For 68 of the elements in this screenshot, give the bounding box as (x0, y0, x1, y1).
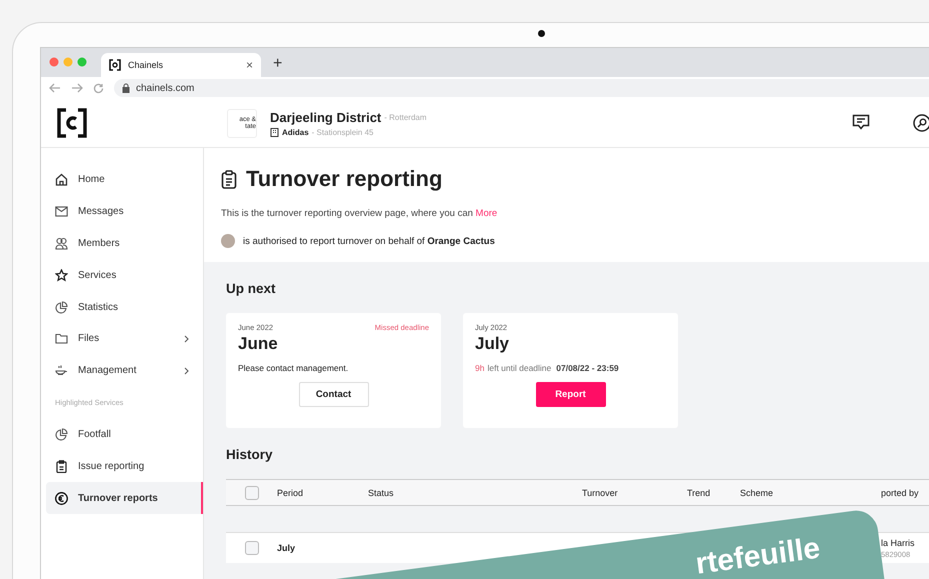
intro-text: This is the turnover reporting overview page, where you can More (221, 208, 498, 219)
month-title: June (238, 334, 279, 354)
column-header: Period (277, 488, 304, 498)
logo-icon[interactable] (57, 108, 87, 138)
contact-button[interactable]: Contact (298, 382, 368, 407)
location-title: Darjeeling District (270, 110, 382, 124)
checkbox[interactable] (245, 486, 259, 500)
pie-chart-icon (55, 300, 68, 314)
authorisation-text: is authorised to report turnover on behalf of Orange Cactus (243, 236, 495, 246)
pie-chart-icon (55, 428, 68, 441)
sidebar-item[interactable]: Members (46, 228, 203, 260)
chevron-right-icon (184, 366, 189, 375)
camera-dot (538, 30, 545, 37)
section-heading: Up next (226, 281, 277, 296)
sidebar-item[interactable]: Home (46, 164, 203, 196)
home-icon (55, 173, 68, 186)
chat-icon[interactable] (852, 114, 870, 130)
section-heading: History (226, 447, 274, 462)
browser-tab[interactable]: Chainels × (101, 53, 261, 77)
sidebar-item[interactable]: Footfall (46, 418, 203, 450)
column-header: Status (368, 488, 394, 498)
sidebar-item[interactable]: Files (46, 322, 203, 355)
envelope-icon (55, 205, 68, 218)
search-icon[interactable] (913, 114, 929, 132)
folder-icon (55, 332, 68, 346)
close-tab-button[interactable]: × (246, 58, 253, 72)
promo-text: rtefeuille (694, 532, 822, 579)
sidebar-item[interactable]: Issue reporting (46, 450, 203, 482)
city-label: - Rotterdam (384, 112, 426, 122)
card-message: Please contact management. (238, 363, 350, 373)
report-button[interactable]: Report (536, 382, 606, 407)
sidebar-item[interactable]: Turnover reports (46, 482, 203, 514)
more-link[interactable]: More (476, 208, 498, 219)
sidebar-item[interactable]: Services (46, 259, 203, 292)
avatar (221, 234, 235, 248)
chevron-right-icon (184, 334, 189, 343)
column-header: Turnover (582, 488, 618, 498)
column-header: Scheme (740, 488, 774, 498)
back-icon[interactable] (49, 83, 61, 93)
cup-icon (55, 364, 68, 378)
deadline-label: left until deadline (487, 363, 552, 373)
euro-icon (55, 492, 68, 505)
building-icon (270, 128, 279, 136)
column-header: ported by (881, 488, 919, 498)
time-left: 9h (475, 363, 484, 373)
address-field[interactable]: chainels.com (114, 79, 929, 97)
table-cell: July (277, 543, 296, 553)
column-header: Trend (687, 488, 710, 498)
lock-icon (122, 83, 130, 93)
company-name: Adidas (282, 128, 309, 136)
table-cell: la Harris (881, 538, 915, 548)
window-controls-icon[interactable] (49, 57, 89, 67)
checkbox[interactable] (245, 541, 259, 555)
address-label: - Stationsplein 45 (312, 128, 374, 136)
sidebar-item[interactable]: Messages (46, 196, 203, 228)
logo-icon (109, 59, 121, 71)
deadline-date: 07/08/22 - 23:59 (556, 363, 619, 373)
month-title: July (475, 334, 510, 354)
star-icon (55, 268, 68, 282)
new-tab-button[interactable]: + (273, 55, 282, 73)
forward-icon[interactable] (71, 83, 83, 93)
clipboard-icon (221, 170, 237, 188)
people-icon (55, 236, 68, 250)
page-title: Turnover reporting (246, 166, 442, 192)
sidebar-item[interactable]: Statistics (46, 291, 203, 323)
reload-icon[interactable] (93, 82, 104, 94)
sidebar-item[interactable]: Management (46, 354, 203, 387)
clipboard-icon (55, 460, 68, 473)
